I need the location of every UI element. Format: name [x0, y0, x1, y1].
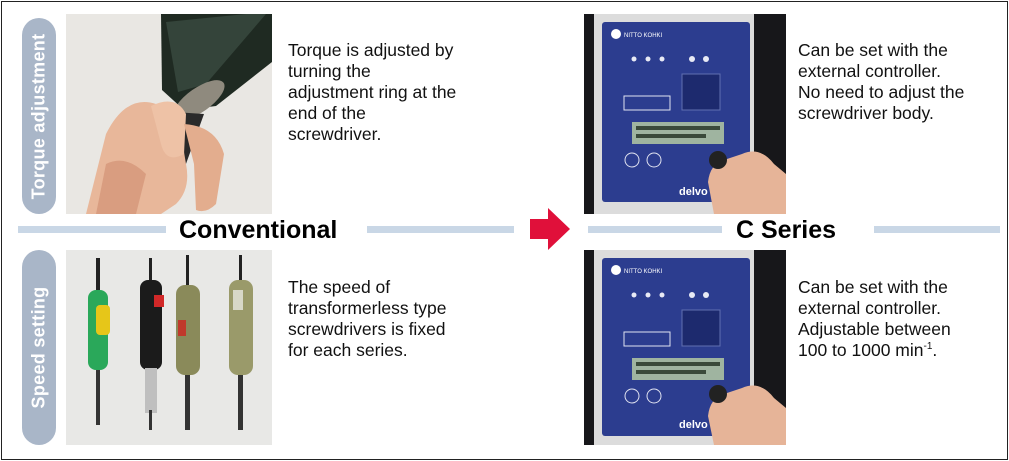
c-series-torque-description: Can be set with the external controller.… [798, 40, 964, 124]
speed-setting-tab: Speed setting [22, 250, 56, 445]
c-series-band-right [874, 226, 1000, 233]
conventional-band-left [18, 226, 166, 233]
arrow-right-icon [530, 208, 570, 250]
description-line: screwdrivers is fixed [288, 319, 446, 339]
description-line: transformerless type [288, 298, 447, 318]
controller-logo-text: NITTO KOHKI [624, 33, 663, 39]
conventional-band-right [367, 226, 514, 233]
description-line: Adjustable between [798, 319, 951, 339]
description-line: screwdriver body. [798, 103, 934, 123]
description-line: external controller. [798, 298, 941, 318]
conventional-torque-description: Torque is adjusted by turning the adjust… [288, 40, 456, 145]
controller-logo-text: NITTO KOHKI [624, 269, 663, 275]
description-line: screwdriver. [288, 124, 382, 144]
torque-adjustment-label: Torque adjustment [28, 33, 49, 199]
torque-adjustment-tab: Torque adjustment [22, 18, 56, 214]
screwdriver-lineup-photo [66, 250, 272, 445]
c-series-band-left [588, 226, 722, 233]
conventional-heading: Conventional [179, 216, 338, 244]
description-line: for each series. [288, 340, 408, 360]
description-line: The speed of [288, 277, 391, 297]
speed-setting-label: Speed setting [28, 286, 49, 409]
c-series-heading: C Series [736, 216, 837, 244]
controller-brand: delvo [679, 419, 708, 431]
external-controller-photo-speed: NITTO KOHKI delvo [584, 250, 786, 445]
description-line: end of the [288, 103, 366, 123]
description-line: No need to adjust the [798, 82, 965, 102]
torque-adjustment-ring-photo [66, 14, 272, 214]
controller-brand: delvo [679, 186, 708, 198]
description-line: Torque is adjusted by [288, 40, 454, 60]
period: . [932, 340, 938, 360]
description-line: Can be set with the [798, 40, 948, 60]
description-line: turning the [288, 61, 371, 81]
c-series-speed-description: Can be set with the external controller.… [798, 277, 951, 361]
description-line: external controller. [798, 61, 941, 81]
conventional-speed-description: The speed of transformerless type screwd… [288, 277, 447, 361]
description-line: Can be set with the [798, 277, 948, 297]
external-controller-photo-torque: NITTO KOHKI delvo [584, 14, 786, 214]
speed-range-text: 100 to 1000 min [798, 340, 924, 360]
description-line: 100 to 1000 min-1. [798, 340, 951, 361]
description-line: adjustment ring at the [288, 82, 457, 102]
